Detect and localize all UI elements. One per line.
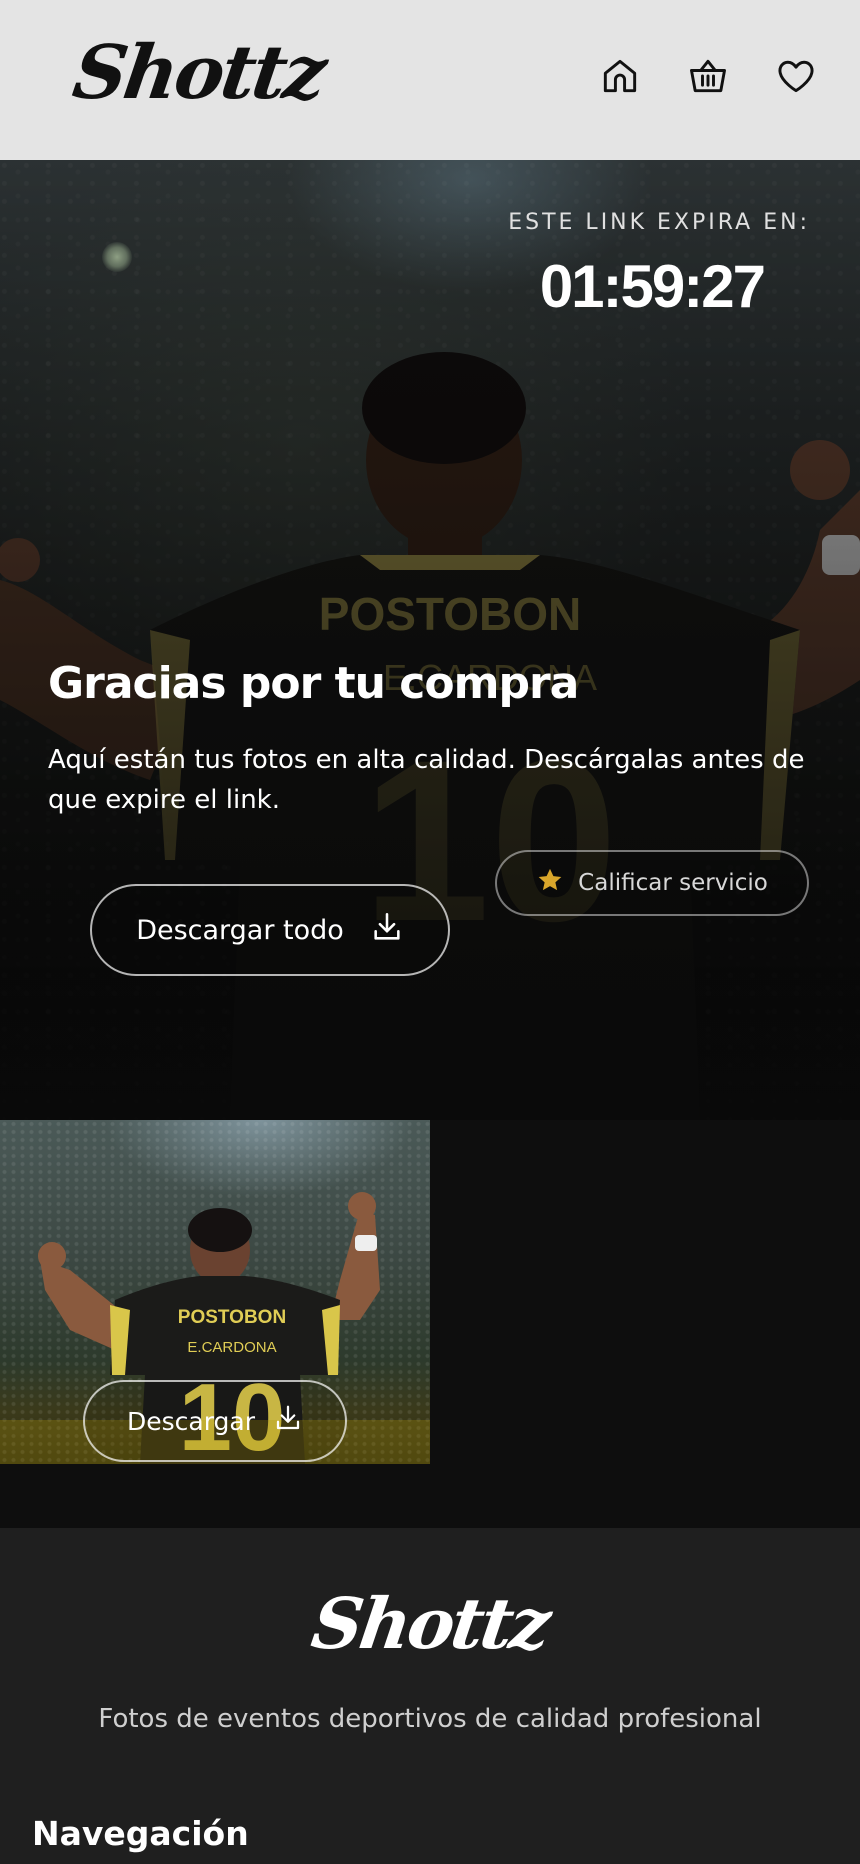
svg-text:POSTOBON: POSTOBON bbox=[178, 1307, 286, 1328]
rate-service-button[interactable]: Calificar servicio bbox=[495, 850, 809, 916]
download-all-button[interactable]: Descargar todo bbox=[90, 884, 450, 976]
download-icon bbox=[370, 910, 404, 951]
download-icon bbox=[273, 1403, 303, 1439]
header: Shottz bbox=[0, 0, 860, 160]
download-all-label: Descargar todo bbox=[136, 914, 344, 946]
svg-text:E.CARDONA: E.CARDONA bbox=[187, 1339, 276, 1356]
expire-label: ESTE LINK EXPIRA EN: bbox=[508, 210, 810, 235]
footer-tagline: Fotos de eventos deportivos de calidad p… bbox=[98, 1704, 762, 1734]
star-icon bbox=[536, 866, 564, 900]
page-subtitle: Aquí están tus fotos en alta calidad. De… bbox=[48, 745, 805, 815]
brand-logo[interactable]: Shottz bbox=[68, 30, 329, 116]
download-photo-button[interactable]: Descargar bbox=[83, 1380, 347, 1462]
basket-icon[interactable] bbox=[684, 52, 732, 100]
footer-brand-logo[interactable]: Shottz bbox=[0, 1582, 860, 1665]
rate-service-label: Calificar servicio bbox=[578, 870, 768, 896]
heart-icon[interactable] bbox=[772, 52, 820, 100]
download-photo-label: Descargar bbox=[126, 1406, 256, 1436]
hero-banner: POSTOBON E.CARDONA 10 ESTE LINK EXPIRA E… bbox=[0, 160, 860, 1120]
expire-countdown: 01:59:27 bbox=[539, 253, 766, 320]
home-icon[interactable] bbox=[596, 52, 644, 100]
footer-nav-heading: Navegación bbox=[32, 1814, 249, 1853]
footer: Shottz Fotos de eventos deportivos de ca… bbox=[0, 1528, 860, 1864]
photo-gallery: POSTOBON E.CARDONA 10 Descargar bbox=[0, 1120, 860, 1528]
page-title: Gracias por tu compra bbox=[48, 658, 579, 709]
